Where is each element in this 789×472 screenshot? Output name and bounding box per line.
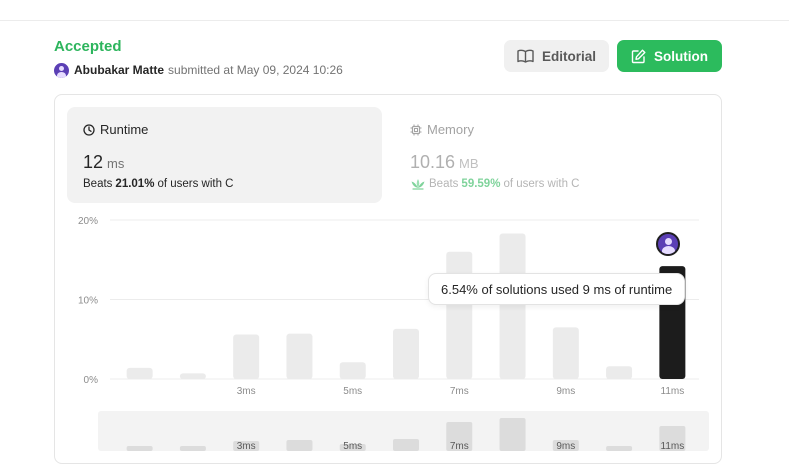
- bar[interactable]: [339, 362, 366, 379]
- bar[interactable]: [393, 328, 419, 379]
- overview-tick-label: 7ms: [450, 441, 469, 452]
- chart-x-labels: 3ms 5ms 7ms 9ms 11ms: [237, 386, 684, 397]
- overview-tick-label: 3ms: [237, 441, 256, 452]
- overview-tick-label: 5ms: [343, 441, 362, 452]
- bar[interactable]: [499, 233, 526, 379]
- x-tick-label: 7ms: [450, 386, 469, 397]
- x-tick-label: 3ms: [237, 386, 256, 397]
- y-tick-label: 10%: [78, 296, 98, 307]
- bar[interactable]: [552, 327, 579, 379]
- overview-bar: [606, 446, 633, 451]
- bar[interactable]: [606, 366, 633, 379]
- chart-bars[interactable]: [126, 233, 686, 379]
- chart-tooltip: 6.54% of solutions used 9 ms of runtime: [428, 273, 686, 305]
- x-tick-label: 5ms: [343, 386, 362, 397]
- overview-navigator[interactable]: 3ms 5ms 7ms 9ms 11ms: [98, 411, 709, 452]
- overview-bar: [126, 446, 153, 451]
- overview-bar: [179, 446, 206, 451]
- bar[interactable]: [233, 334, 260, 379]
- overview-bar: [286, 440, 313, 451]
- bar[interactable]: [286, 333, 313, 379]
- y-tick-label: 0%: [84, 375, 99, 386]
- x-tick-label: 11ms: [661, 386, 685, 397]
- bar[interactable]: [126, 367, 153, 379]
- overview-tick-label: 9ms: [556, 441, 575, 452]
- overview-bar: [499, 418, 526, 451]
- bar[interactable]: [179, 373, 206, 379]
- overview-tick-label: 11ms: [661, 441, 685, 452]
- y-tick-label: 20%: [78, 216, 98, 227]
- x-tick-label: 9ms: [556, 386, 575, 397]
- overview-bar: [393, 439, 419, 451]
- my-submission-marker: [656, 232, 680, 256]
- bar[interactable]: [446, 251, 473, 379]
